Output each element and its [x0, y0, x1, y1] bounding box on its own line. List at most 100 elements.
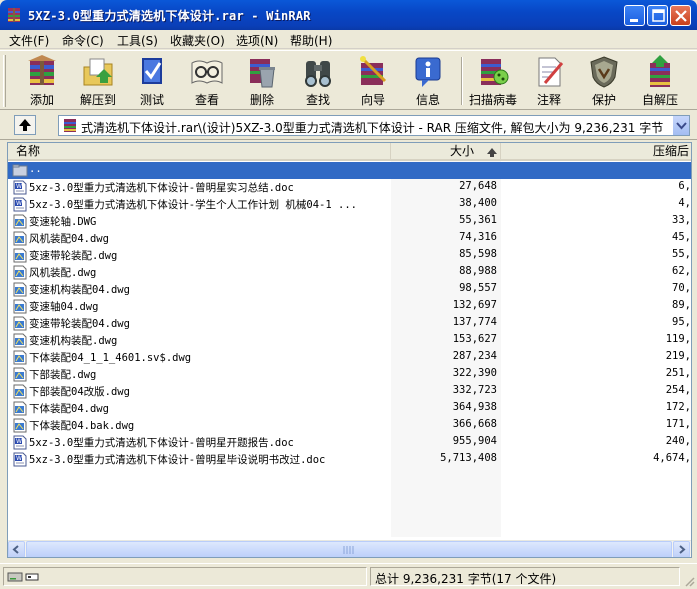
menu-commands[interactable]: 命令(C): [62, 32, 104, 49]
file-row[interactable]: 下体装配04_1_1_4601.sv$.dwg 287,234 219,: [8, 349, 691, 366]
dwg-file-icon: [13, 350, 27, 365]
file-name: 5xz-3.0型重力式清选机下体设计-学生个人工作计划 机械04-1 ...: [29, 199, 357, 211]
menu-options[interactable]: 选项(N): [236, 32, 278, 49]
file-packed-size: 70,: [672, 282, 691, 294]
file-packed-size: 95,: [672, 316, 691, 328]
file-size: 27,648: [459, 180, 497, 192]
file-packed-size: 240,: [665, 435, 691, 447]
file-row[interactable]: W 5xz-3.0型重力式清选机下体设计-学生个人工作计划 机械04-1 ... 3…: [8, 196, 691, 213]
scroll-right-button[interactable]: [673, 541, 690, 557]
title-bar[interactable]: 5XZ-3.0型重力式清选机下体设计.rar - WinRAR: [0, 0, 697, 30]
scroll-grip-icon: [343, 546, 354, 554]
extract-to-label: 解压到: [79, 93, 116, 107]
word-document-icon: W: [13, 435, 27, 450]
test-label: 测试: [139, 93, 164, 107]
file-name: 风机装配04.dwg: [29, 233, 109, 245]
file-size: 88,988: [459, 265, 497, 277]
menu-tools[interactable]: 工具(S): [117, 32, 158, 49]
file-row[interactable]: 变速轴04.dwg 132,697 89,: [8, 298, 691, 315]
menu-bar: 文件(F) 命令(C) 工具(S) 收藏夹(O) 选项(N) 帮助(H): [0, 30, 697, 49]
dwg-file-icon: [13, 316, 27, 331]
menu-help[interactable]: 帮助(H): [290, 32, 332, 49]
file-size: 322,390: [452, 367, 497, 379]
address-dropdown-button[interactable]: [672, 116, 689, 135]
parent-folder-row[interactable]: ..: [8, 162, 691, 179]
file-name: 变速带轮装配04.dwg: [29, 318, 130, 330]
file-row[interactable]: W 5xz-3.0型重力式清选机下体设计-曾明星实习总结.doc 27,648 6,: [8, 179, 691, 196]
maximize-button[interactable]: [647, 5, 668, 26]
virus-scan-icon: [481, 59, 509, 85]
delete-icon: [250, 59, 275, 88]
add-button[interactable]: 添加: [12, 53, 72, 109]
file-name: 变速带轮装配.dwg: [29, 250, 118, 262]
extract-to-icon: [83, 58, 113, 86]
protect-button[interactable]: 保护: [574, 53, 634, 109]
wizard-button[interactable]: 向导: [343, 53, 403, 109]
extract-to-button[interactable]: 解压到: [68, 53, 128, 109]
sfx-button[interactable]: 自解压: [630, 53, 690, 109]
file-packed-size: 62,: [672, 265, 691, 277]
virus-scan-button[interactable]: 扫描病毒: [463, 53, 523, 109]
file-list[interactable]: 名称 大小 压缩后 .. W 5xz-3.0型重力式清选机下体设计-曾明星实习总结.…: [7, 142, 692, 558]
file-row[interactable]: 变速机构装配.dwg 153,627 119,: [8, 332, 691, 349]
scroll-left-button[interactable]: [8, 541, 25, 557]
minimize-button[interactable]: [624, 5, 645, 26]
close-button[interactable]: [670, 5, 691, 26]
file-row[interactable]: 变速带轮装配04.dwg 137,774 95,: [8, 315, 691, 332]
file-row[interactable]: 风机装配.dwg 88,988 62,: [8, 264, 691, 281]
file-size: 132,697: [452, 299, 497, 311]
up-arrow-icon: [19, 119, 31, 131]
file-packed-size: 4,: [678, 197, 691, 209]
file-row[interactable]: W 5xz-3.0型重力式清选机下体设计-曾明星开题报告.doc 955,904 24…: [8, 434, 691, 451]
file-row[interactable]: 变速轮轴.DWG 55,361 33,: [8, 213, 691, 230]
horizontal-scrollbar[interactable]: [8, 540, 691, 557]
up-folder-button[interactable]: [14, 115, 36, 135]
column-header-size[interactable]: 大小: [391, 143, 501, 161]
file-name: 下部装配.dwg: [29, 369, 97, 381]
file-size: 366,668: [452, 418, 497, 430]
file-row[interactable]: 变速带轮装配.dwg 85,598 55,: [8, 247, 691, 264]
column-header-name[interactable]: 名称: [8, 143, 391, 161]
file-packed-size: 89,: [672, 299, 691, 311]
view-button[interactable]: 查看: [177, 53, 237, 109]
find-button[interactable]: 查找: [288, 53, 348, 109]
wizard-icon: [360, 56, 387, 85]
status-right-pane: 总计 9,236,231 字节(17 个文件): [370, 567, 680, 586]
menu-favorites[interactable]: 收藏夹(O): [170, 32, 225, 49]
svg-text:W: W: [16, 183, 22, 190]
toolbar-grip[interactable]: [3, 55, 6, 107]
file-size: 5,713,408: [440, 452, 497, 464]
dwg-file-icon: [13, 282, 27, 297]
column-header-packed[interactable]: 压缩后: [501, 143, 691, 161]
menu-file[interactable]: 文件(F): [9, 32, 49, 49]
file-size: 364,938: [452, 401, 497, 413]
status-left-pane: [3, 567, 367, 586]
address-combobox[interactable]: 式清选机下体设计.rar\(设计)5XZ-3.0型重力式清选机下体设计 - RA…: [58, 115, 690, 136]
drive-icon: [7, 572, 39, 582]
delete-button[interactable]: 删除: [232, 53, 292, 109]
test-button[interactable]: 测试: [122, 53, 182, 109]
file-row[interactable]: W 5xz-3.0型重力式清选机下体设计-曾明星毕设说明书改过.doc 5,713,…: [8, 451, 691, 468]
file-packed-size: 4,674,: [653, 452, 691, 464]
dwg-file-icon: [13, 265, 27, 280]
file-packed-size: 171,: [665, 418, 691, 430]
file-row[interactable]: 风机装配04.dwg 74,316 45,: [8, 230, 691, 247]
comment-button[interactable]: 注释: [519, 53, 579, 109]
file-packed-size: 251,: [665, 367, 691, 379]
file-packed-size: 254,: [665, 384, 691, 396]
file-row[interactable]: 下体装配04.bak.dwg 366,668 171,: [8, 417, 691, 434]
info-button[interactable]: 信息: [398, 53, 458, 109]
file-row[interactable]: 下体装配04.dwg 364,938 172,: [8, 400, 691, 417]
folder-up-icon: [12, 164, 28, 177]
scroll-thumb[interactable]: [26, 541, 672, 557]
find-icon: [305, 61, 331, 87]
file-row[interactable]: 下部装配04改版.dwg 332,723 254,: [8, 383, 691, 400]
file-size: 332,723: [452, 384, 497, 396]
file-row[interactable]: 变速机构装配04.dwg 98,557 70,: [8, 281, 691, 298]
maximize-icon: [652, 9, 665, 22]
resize-grip-icon[interactable]: [683, 575, 695, 587]
file-row[interactable]: 下部装配.dwg 322,390 251,: [8, 366, 691, 383]
add-archive-icon: [28, 55, 56, 85]
file-name: 5xz-3.0型重力式清选机下体设计-曾明星实习总结.doc: [29, 182, 294, 194]
file-size: 98,557: [459, 282, 497, 294]
